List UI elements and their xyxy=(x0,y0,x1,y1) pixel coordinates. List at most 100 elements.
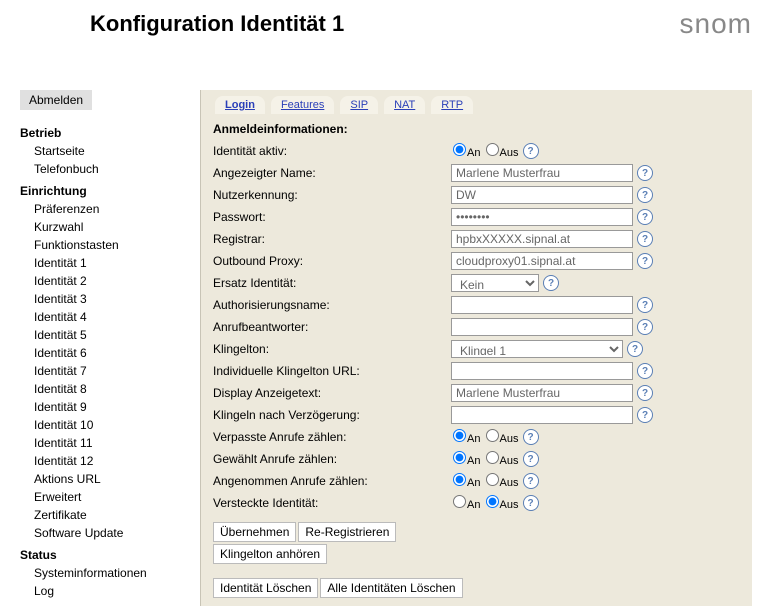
select-ersatz-identitaet[interactable]: Kein xyxy=(451,274,539,292)
klingelton-anhoeren-button[interactable]: Klingelton anhören xyxy=(213,544,327,564)
input-nutzerkennung[interactable] xyxy=(451,186,633,204)
tab-nat[interactable]: NAT xyxy=(384,96,425,114)
radio-versteckte-an[interactable] xyxy=(453,495,466,508)
sidebar-item[interactable]: Systeminformationen xyxy=(20,564,200,582)
sidebar-item[interactable]: Aktions URL xyxy=(20,470,200,488)
sidebar: Abmelden Betrieb StartseiteTelefonbuch Ein… xyxy=(20,90,200,606)
radio-identitaet-aktiv-aus[interactable] xyxy=(486,143,499,156)
help-icon[interactable]: ? xyxy=(637,253,653,269)
help-icon[interactable]: ? xyxy=(637,209,653,225)
sidebar-item[interactable]: Identität 4 xyxy=(20,308,200,326)
label-angezeigter-name: Angezeigter Name: xyxy=(213,164,451,182)
tab-sip[interactable]: SIP xyxy=(340,96,378,114)
tabs: Login Features SIP NAT RTP xyxy=(201,90,752,114)
tab-login[interactable]: Login xyxy=(215,96,265,114)
help-icon[interactable]: ? xyxy=(637,319,653,335)
nav-section-title: Einrichtung xyxy=(20,184,200,198)
radio-verpasste-aus[interactable] xyxy=(486,429,499,442)
uebernehmen-button[interactable]: Übernehmen xyxy=(213,522,296,542)
sidebar-item[interactable]: Startseite xyxy=(20,142,200,160)
help-icon[interactable]: ? xyxy=(523,451,539,467)
sidebar-item[interactable]: Identität 9 xyxy=(20,398,200,416)
help-icon[interactable]: ? xyxy=(637,297,653,313)
label-versteckte-identitaet: Versteckte Identität: xyxy=(213,494,451,512)
tab-rtp[interactable]: RTP xyxy=(431,96,473,114)
label-passwort: Passwort: xyxy=(213,208,451,226)
radio-label-aus: Aus xyxy=(500,147,519,159)
nav-section-title: Status xyxy=(20,548,200,562)
help-icon[interactable]: ? xyxy=(523,495,539,511)
input-passwort[interactable] xyxy=(451,208,633,226)
label-klingeln-nach-verzoegerung: Klingeln nach Verzögerung: xyxy=(213,406,451,424)
input-outbound-proxy[interactable] xyxy=(451,252,633,270)
logout-button[interactable]: Abmelden xyxy=(20,90,92,110)
sidebar-item[interactable]: Identität 1 xyxy=(20,254,200,272)
sidebar-item[interactable]: Präferenzen xyxy=(20,200,200,218)
help-icon[interactable]: ? xyxy=(637,187,653,203)
brand-logo: snom xyxy=(680,8,752,40)
help-icon[interactable]: ? xyxy=(543,275,559,291)
radio-identitaet-aktiv-an[interactable] xyxy=(453,143,466,156)
tab-features[interactable]: Features xyxy=(271,96,334,114)
nav-section-title: Betrieb xyxy=(20,126,200,140)
input-authorisierungsname[interactable] xyxy=(451,296,633,314)
help-icon[interactable]: ? xyxy=(523,429,539,445)
label-ersatz-identitaet: Ersatz Identität: xyxy=(213,274,451,292)
sidebar-item[interactable]: Identität 7 xyxy=(20,362,200,380)
sidebar-item[interactable]: Identität 10 xyxy=(20,416,200,434)
sidebar-item[interactable]: Identität 8 xyxy=(20,380,200,398)
label-anrufbeantworter: Anrufbeantworter: xyxy=(213,318,451,336)
label-outbound-proxy: Outbound Proxy: xyxy=(213,252,451,270)
sidebar-item[interactable]: Funktionstasten xyxy=(20,236,200,254)
help-icon[interactable]: ? xyxy=(637,363,653,379)
label-authorisierungsname: Authorisierungsname: xyxy=(213,296,451,314)
section-heading: Anmeldeinformationen: xyxy=(213,122,740,136)
page-title: Konfiguration Identität 1 xyxy=(20,11,344,37)
input-klingeln-nach-verzoegerung[interactable] xyxy=(451,406,633,424)
alle-identitaeten-loeschen-button[interactable]: Alle Identitäten Löschen xyxy=(320,578,462,598)
help-icon[interactable]: ? xyxy=(637,407,653,423)
sidebar-item[interactable]: Identität 3 xyxy=(20,290,200,308)
input-angezeigter-name[interactable] xyxy=(451,164,633,182)
radio-verpasste-an[interactable] xyxy=(453,429,466,442)
help-icon[interactable]: ? xyxy=(637,165,653,181)
sidebar-item[interactable]: Erweitert xyxy=(20,488,200,506)
help-icon[interactable]: ? xyxy=(523,473,539,489)
help-icon[interactable]: ? xyxy=(637,385,653,401)
help-icon[interactable]: ? xyxy=(637,231,653,247)
label-gewaehlt-anrufe: Gewählt Anrufe zählen: xyxy=(213,450,451,468)
label-angenommen-anrufe: Angenommen Anrufe zählen: xyxy=(213,472,451,490)
input-individuelle-klingelton-url[interactable] xyxy=(451,362,633,380)
label-verpasste-anrufe: Verpasste Anrufe zählen: xyxy=(213,428,451,446)
label-display-anzeigetext: Display Anzeigetext: xyxy=(213,384,451,402)
sidebar-item[interactable]: Log xyxy=(20,582,200,600)
radio-gewaehlt-an[interactable] xyxy=(453,451,466,464)
label-identitaet-aktiv: Identität aktiv: xyxy=(213,142,451,160)
input-anrufbeantworter[interactable] xyxy=(451,318,633,336)
radio-versteckte-aus[interactable] xyxy=(486,495,499,508)
help-icon[interactable]: ? xyxy=(627,341,643,357)
input-display-anzeigetext[interactable] xyxy=(451,384,633,402)
radio-label-an: An xyxy=(467,147,480,159)
input-registrar[interactable] xyxy=(451,230,633,248)
sidebar-item[interactable]: Zertifikate xyxy=(20,506,200,524)
label-registrar: Registrar: xyxy=(213,230,451,248)
sidebar-item[interactable]: Software Update xyxy=(20,524,200,542)
re-registrieren-button[interactable]: Re-Registrieren xyxy=(298,522,396,542)
sidebar-item[interactable]: Identität 11 xyxy=(20,434,200,452)
sidebar-item[interactable]: Telefonbuch xyxy=(20,160,200,178)
sidebar-item[interactable]: Identität 2 xyxy=(20,272,200,290)
label-nutzerkennung: Nutzerkennung: xyxy=(213,186,451,204)
help-icon[interactable]: ? xyxy=(523,143,539,159)
radio-angenommen-aus[interactable] xyxy=(486,473,499,486)
label-individuelle-klingelton-url: Individuelle Klingelton URL: xyxy=(213,362,451,380)
sidebar-item[interactable]: Identität 5 xyxy=(20,326,200,344)
radio-gewaehlt-aus[interactable] xyxy=(486,451,499,464)
radio-angenommen-an[interactable] xyxy=(453,473,466,486)
select-klingelton[interactable]: Klingel 1 xyxy=(451,340,623,358)
sidebar-item[interactable]: Identität 12 xyxy=(20,452,200,470)
identitaet-loeschen-button[interactable]: Identität Löschen xyxy=(213,578,318,598)
sidebar-item[interactable]: Kurzwahl xyxy=(20,218,200,236)
sidebar-item[interactable]: Identität 6 xyxy=(20,344,200,362)
label-klingelton: Klingelton: xyxy=(213,340,451,358)
